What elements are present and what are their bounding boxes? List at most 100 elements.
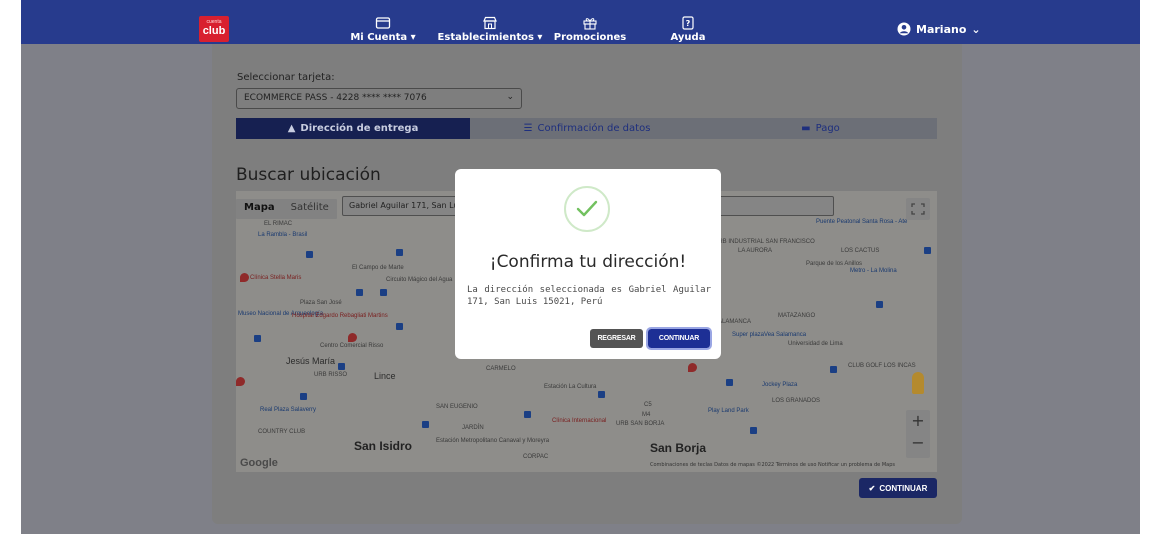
nav-label: Promociones <box>553 32 627 43</box>
map-marker-icon <box>240 273 249 282</box>
map-label: LOS CACTUS <box>841 248 880 254</box>
map-place-label: Hospital Edgardo Rebagliati Martins <box>292 313 388 319</box>
step-confirmacion-datos[interactable]: ☰ Confirmación de datos <box>470 118 704 139</box>
map-marker-icon <box>924 247 931 254</box>
map-place-label: Puente Peatonal Santa Rosa - Ate <box>816 219 908 225</box>
map-marker-icon <box>726 379 733 386</box>
step-label: Dirección de entrega <box>300 123 419 134</box>
help-icon: ? <box>682 16 694 30</box>
map-place-label: Universidad de Lima <box>788 341 843 347</box>
map-marker-icon <box>688 363 697 372</box>
map-pin-icon: ▲ <box>287 123 296 134</box>
map-marker-icon <box>356 289 363 296</box>
map-marker-icon <box>306 251 313 258</box>
map-marker-icon <box>338 363 345 370</box>
nav-label: Ayuda <box>670 32 706 43</box>
card-select[interactable]: ECOMMERCE PASS - 4228 **** **** 7076 ⌄ <box>236 88 522 109</box>
map-label: CARMELO <box>486 366 516 372</box>
map-label: Jesús María <box>286 356 336 366</box>
map-label: URB INDUSTRIAL SAN FRANCISCO <box>714 239 815 245</box>
map-place-label: Parque de los Anillos <box>806 261 863 267</box>
user-name: Mariano <box>916 22 967 36</box>
map-marker-icon <box>524 411 531 418</box>
map-tab-satelite[interactable]: Satélite <box>283 199 337 219</box>
back-button[interactable]: REGRESAR <box>590 329 643 348</box>
gift-icon <box>583 18 597 30</box>
credit-card-icon: ▬ <box>801 123 811 134</box>
success-check-icon <box>564 186 610 232</box>
map-place-label: La Rambla - Brasil <box>258 232 308 238</box>
map-marker-icon <box>236 377 245 386</box>
chevron-down-icon: ⌄ <box>971 22 981 36</box>
map-marker-icon <box>598 391 605 398</box>
map-place-label: Real Plaza Salaverry <box>260 407 317 413</box>
map-label: LOS GRANADOS <box>772 398 821 404</box>
nav-promociones[interactable]: Promociones <box>550 16 630 44</box>
step-label: Pago <box>815 123 840 134</box>
dialog-title: ¡Confirma tu dirección! <box>489 252 687 272</box>
google-logo: Google <box>240 457 278 469</box>
map-marker-icon <box>254 335 261 342</box>
map-marker-icon <box>876 301 883 308</box>
map-place-label: Plaza San José <box>300 300 342 306</box>
zoom-in-icon[interactable]: + <box>906 410 930 432</box>
nav-establecimientos[interactable]: Establecimientos ▾ <box>435 16 545 44</box>
card-select-value: ECOMMERCE PASS - 4228 **** **** 7076 <box>244 93 427 103</box>
confirm-continue-button[interactable]: CONTINUAR <box>646 327 712 350</box>
map-marker-icon <box>750 427 757 434</box>
map-attribution[interactable]: Combinaciones de teclas Datos de mapas ©… <box>650 462 895 468</box>
nav-mi-cuenta[interactable]: Mi Cuenta ▾ <box>338 16 428 44</box>
map-label: SAN EUGENIO <box>436 404 478 410</box>
logo-text: club <box>202 25 226 37</box>
map-label: M4 <box>642 412 651 418</box>
user-menu[interactable]: Mariano ⌄ <box>897 22 981 36</box>
map-label: San Isidro <box>354 439 413 453</box>
fullscreen-icon[interactable] <box>906 198 930 220</box>
card-icon <box>375 17 391 29</box>
list-icon: ☰ <box>523 123 533 134</box>
step-label: Confirmación de datos <box>537 123 651 134</box>
check-icon: ✔ <box>868 483 876 493</box>
map-marker-icon <box>422 421 429 428</box>
dialog-message: La dirección seleccionada es Gabriel Agu… <box>467 285 711 307</box>
map-label: CLUB GOLF LOS INCAS <box>848 363 916 369</box>
checkout-steps: ▲ Dirección de entrega ☰ Confirmación de… <box>236 118 937 139</box>
map-label: San Borja <box>650 441 707 455</box>
street-view-pegman-icon[interactable] <box>912 372 924 394</box>
map-marker-icon <box>396 249 403 256</box>
map-label: COUNTRY CLUB <box>258 429 306 435</box>
map-label: MATAZANGO <box>778 313 816 319</box>
step-direccion-entrega[interactable]: ▲ Dirección de entrega <box>236 118 470 139</box>
map-label: EL RIMAC <box>264 221 293 227</box>
map-marker-icon <box>380 289 387 296</box>
map-place-label: Circuito Mágico del Agua <box>386 277 453 283</box>
map-place-label: El Campo de Marte <box>352 265 404 271</box>
continue-button-label: CONTINUAR <box>879 483 928 493</box>
map-marker-icon <box>396 323 403 330</box>
chevron-down-icon: ⌄ <box>506 92 514 102</box>
map-label: Lince <box>374 371 396 381</box>
map-label: C5 <box>644 402 652 408</box>
map-place-label: Super plazaVea Salamanca <box>732 332 807 338</box>
nav-ayuda[interactable]: ? Ayuda <box>663 16 713 44</box>
map-place-label: Clínica Internacional <box>552 418 607 424</box>
step-pago[interactable]: ▬ Pago <box>704 118 937 139</box>
map-place-label: Clínica Stella Maris <box>250 275 302 281</box>
nav-label: Mi Cuenta <box>350 32 408 43</box>
user-avatar-icon <box>897 22 911 36</box>
map-label: URB RISSO <box>314 372 348 378</box>
card-select-label: Seleccionar tarjeta: <box>237 72 335 83</box>
map-marker-icon <box>300 393 307 400</box>
map-place-label: Centro Comercial Risso <box>320 343 384 349</box>
zoom-out-icon[interactable]: − <box>906 432 930 454</box>
svg-text:?: ? <box>686 19 691 28</box>
map-marker-icon <box>830 366 837 373</box>
brand-logo[interactable]: cuenta club <box>199 16 229 42</box>
map-tab-mapa[interactable]: Mapa <box>236 199 283 219</box>
map-label: CORPAC <box>523 454 549 460</box>
nav-label: Establecimientos <box>437 32 534 43</box>
continue-button[interactable]: ✔ CONTINUAR <box>859 478 937 498</box>
map-place-label: Estación Metropolitano Canaval y Moreyra <box>436 438 550 444</box>
map-zoom-control: + − <box>906 410 930 458</box>
map-place-label: Play Land Park <box>708 408 749 414</box>
